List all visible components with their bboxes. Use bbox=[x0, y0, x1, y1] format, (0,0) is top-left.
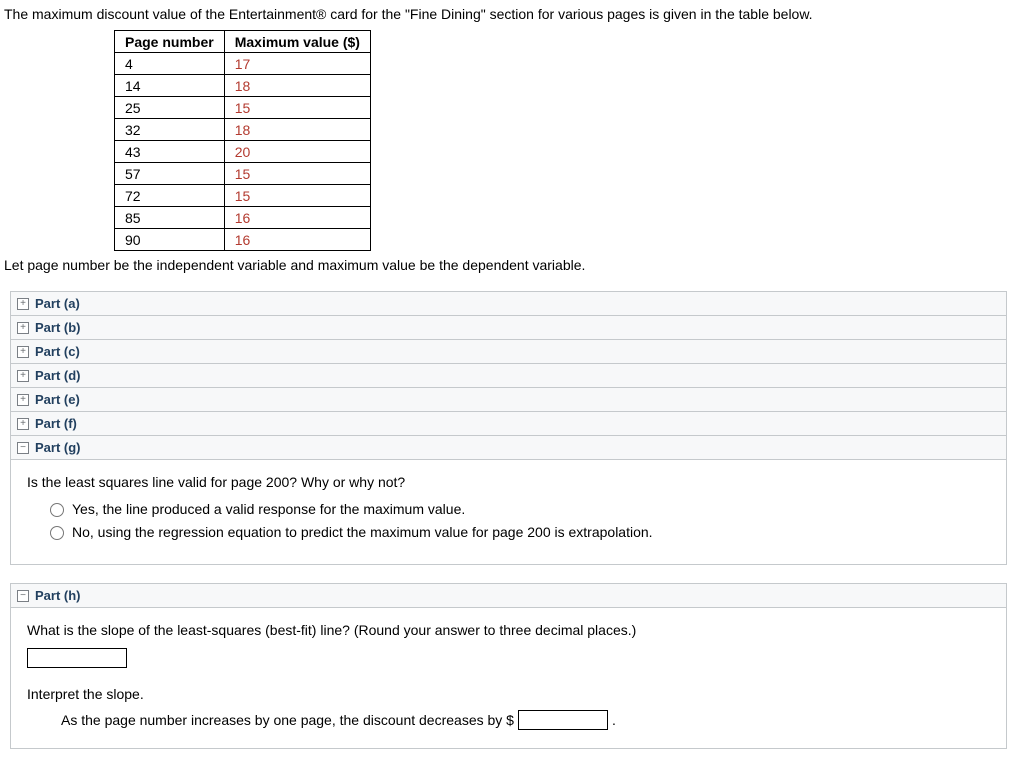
part-g-header[interactable]: − Part (g) bbox=[11, 436, 1006, 460]
table-row: 9016 bbox=[115, 229, 371, 251]
interpret-text-b: . bbox=[612, 712, 616, 728]
parts-accordion-2: − Part (h) bbox=[10, 583, 1007, 608]
part-g-body: Is the least squares line valid for page… bbox=[10, 460, 1007, 565]
minus-icon: − bbox=[17, 442, 29, 454]
part-e-header[interactable]: + Part (e) bbox=[11, 388, 1006, 412]
cell-value: 17 bbox=[224, 53, 370, 75]
col-header-value: Maximum value ($) bbox=[224, 31, 370, 53]
table-row: 5715 bbox=[115, 163, 371, 185]
part-label: Part (h) bbox=[35, 588, 81, 603]
interpret-heading: Interpret the slope. bbox=[27, 686, 996, 702]
cell-value: 18 bbox=[224, 119, 370, 141]
cell-page: 72 bbox=[115, 185, 225, 207]
cell-page: 4 bbox=[115, 53, 225, 75]
table-row: 8516 bbox=[115, 207, 371, 229]
plus-icon: + bbox=[17, 418, 29, 430]
cell-page: 32 bbox=[115, 119, 225, 141]
table-row: 7215 bbox=[115, 185, 371, 207]
plus-icon: + bbox=[17, 298, 29, 310]
interpret-text-a: As the page number increases by one page… bbox=[61, 712, 514, 728]
table-row: 2515 bbox=[115, 97, 371, 119]
option-no-label: No, using the regression equation to pre… bbox=[72, 524, 653, 540]
option-yes-row[interactable]: Yes, the line produced a valid response … bbox=[45, 500, 996, 517]
part-label: Part (g) bbox=[35, 440, 81, 455]
interpret-line: As the page number increases by one page… bbox=[61, 710, 996, 730]
table-row: 4320 bbox=[115, 141, 371, 163]
part-d-header[interactable]: + Part (d) bbox=[11, 364, 1006, 388]
cell-value: 15 bbox=[224, 97, 370, 119]
plus-icon: + bbox=[17, 322, 29, 334]
cell-value: 16 bbox=[224, 229, 370, 251]
cell-page: 90 bbox=[115, 229, 225, 251]
col-header-page: Page number bbox=[115, 31, 225, 53]
parts-accordion: + Part (a) + Part (b) + Part (c) + Part … bbox=[10, 291, 1007, 460]
part-f-header[interactable]: + Part (f) bbox=[11, 412, 1006, 436]
slope-input[interactable] bbox=[27, 648, 127, 668]
option-yes-label: Yes, the line produced a valid response … bbox=[72, 501, 465, 517]
intro-text: The maximum discount value of the Entert… bbox=[4, 6, 1013, 22]
cell-value: 20 bbox=[224, 141, 370, 163]
part-label: Part (f) bbox=[35, 416, 77, 431]
part-h-question: What is the slope of the least-squares (… bbox=[27, 622, 996, 638]
cell-page: 25 bbox=[115, 97, 225, 119]
cell-value: 16 bbox=[224, 207, 370, 229]
part-c-header[interactable]: + Part (c) bbox=[11, 340, 1006, 364]
table-row: 3218 bbox=[115, 119, 371, 141]
part-label: Part (c) bbox=[35, 344, 80, 359]
radio-no[interactable] bbox=[50, 526, 64, 540]
table-row: 417 bbox=[115, 53, 371, 75]
part-label: Part (a) bbox=[35, 296, 80, 311]
part-label: Part (d) bbox=[35, 368, 81, 383]
cell-value: 18 bbox=[224, 75, 370, 97]
cell-value: 15 bbox=[224, 185, 370, 207]
plus-icon: + bbox=[17, 346, 29, 358]
radio-yes[interactable] bbox=[50, 503, 64, 517]
part-a-header[interactable]: + Part (a) bbox=[11, 292, 1006, 316]
part-h-header[interactable]: − Part (h) bbox=[11, 584, 1006, 608]
interpret-input[interactable] bbox=[518, 710, 608, 730]
plus-icon: + bbox=[17, 370, 29, 382]
cell-page: 57 bbox=[115, 163, 225, 185]
cell-value: 15 bbox=[224, 163, 370, 185]
part-label: Part (b) bbox=[35, 320, 81, 335]
part-label: Part (e) bbox=[35, 392, 80, 407]
variables-note: Let page number be the independent varia… bbox=[4, 257, 1013, 273]
table-row: 1418 bbox=[115, 75, 371, 97]
part-h-body: What is the slope of the least-squares (… bbox=[10, 608, 1007, 749]
minus-icon: − bbox=[17, 590, 29, 602]
cell-page: 14 bbox=[115, 75, 225, 97]
cell-page: 43 bbox=[115, 141, 225, 163]
part-b-header[interactable]: + Part (b) bbox=[11, 316, 1006, 340]
plus-icon: + bbox=[17, 394, 29, 406]
option-no-row[interactable]: No, using the regression equation to pre… bbox=[45, 523, 996, 540]
data-table: Page number Maximum value ($) 417 1418 2… bbox=[114, 30, 371, 251]
cell-page: 85 bbox=[115, 207, 225, 229]
part-g-question: Is the least squares line valid for page… bbox=[27, 474, 996, 490]
